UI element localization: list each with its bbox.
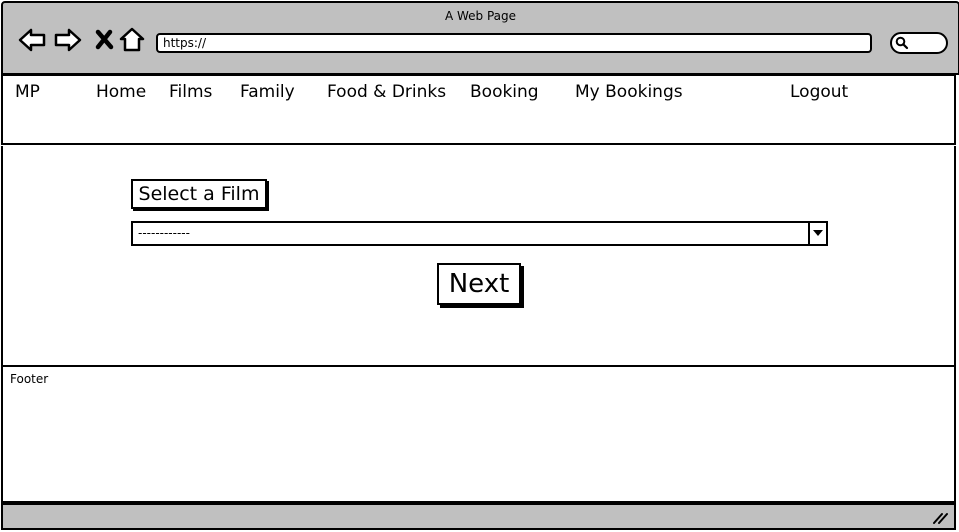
home-icon[interactable] <box>117 25 147 55</box>
browser-search-box[interactable] <box>890 32 948 54</box>
nav-item-booking[interactable]: Booking <box>470 81 539 103</box>
resize-grip-icon[interactable] <box>932 510 948 524</box>
nav-item-my-bookings[interactable]: My Bookings <box>575 81 683 103</box>
url-input[interactable]: https:// <box>156 33 872 53</box>
back-arrow-icon[interactable] <box>17 25 47 55</box>
next-button[interactable]: Next <box>437 263 521 305</box>
nav-item-family[interactable]: Family <box>240 81 295 103</box>
nav-item-home[interactable]: Home <box>96 81 146 103</box>
site-navbar: MP Home Films Family Food & Drinks Booki… <box>1 74 956 145</box>
footer-label: Footer <box>10 372 49 386</box>
film-select-dropdown[interactable]: ------------ <box>131 221 828 246</box>
chevron-down-icon <box>813 230 823 236</box>
film-select-value: ------------ <box>138 226 190 240</box>
brand-logo[interactable]: MP <box>15 81 40 103</box>
page-footer: Footer <box>1 365 956 503</box>
nav-item-films[interactable]: Films <box>169 81 212 103</box>
forward-arrow-icon[interactable] <box>53 25 83 55</box>
select-film-heading: Select a Film <box>131 179 267 209</box>
browser-status-bar <box>1 503 956 530</box>
dropdown-toggle[interactable] <box>808 223 826 244</box>
search-icon <box>895 36 909 50</box>
window-title: A Web Page <box>444 9 517 23</box>
close-icon[interactable] <box>89 25 119 55</box>
nav-item-food-drinks[interactable]: Food & Drinks <box>327 81 446 103</box>
browser-window-chrome: A Web Page https:// <box>1 1 959 75</box>
logout-link[interactable]: Logout <box>790 81 848 103</box>
